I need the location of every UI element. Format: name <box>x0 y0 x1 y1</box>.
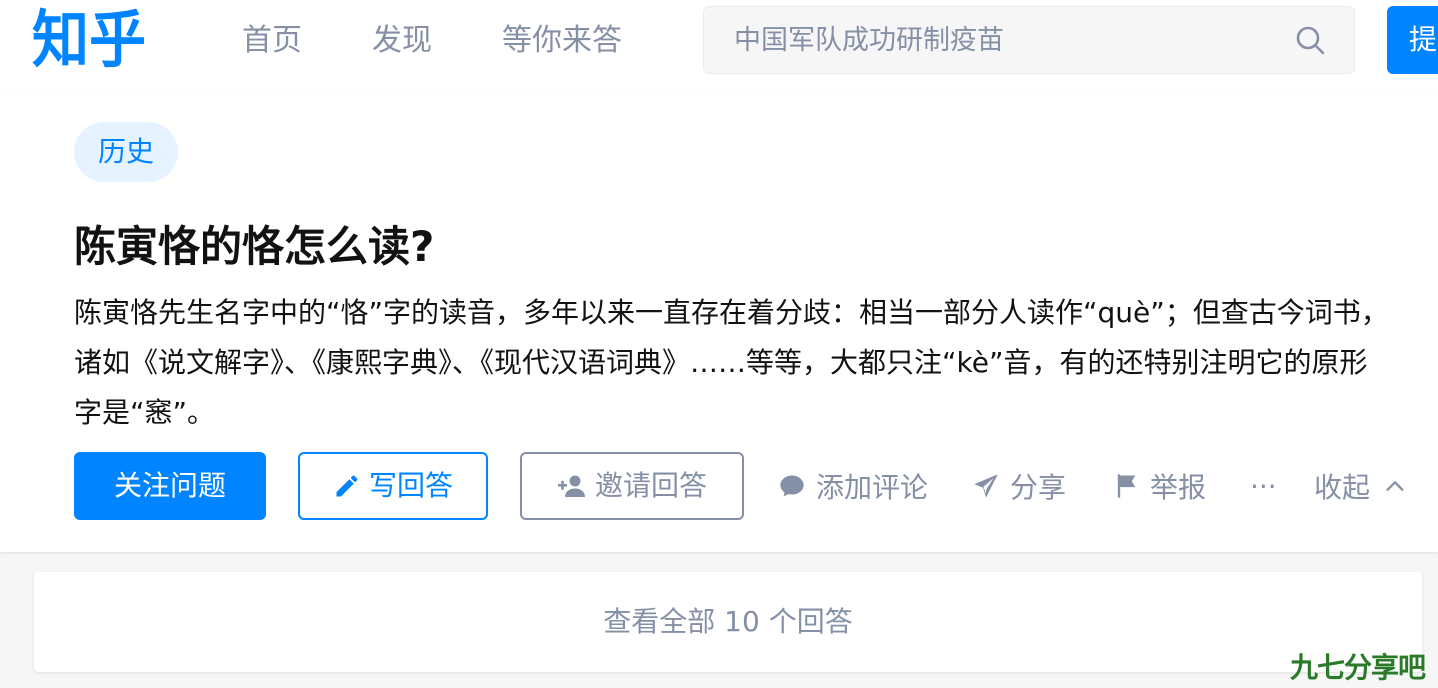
invite-answer-button[interactable]: 邀请回答 <box>520 452 744 520</box>
nav-item-waiting-answers[interactable]: 等你来答 <box>502 20 622 62</box>
question-title: 陈寅恪的恪怎么读? <box>74 222 435 271</box>
paper-plane-icon <box>974 474 998 498</box>
collapse-label: 收起 <box>1314 471 1371 504</box>
search-box <box>703 6 1355 74</box>
add-user-icon <box>557 475 585 497</box>
report-button[interactable]: 举报 <box>1112 452 1206 520</box>
watermark: 九七分享吧 <box>1290 651 1426 684</box>
chevron-up-icon <box>1386 481 1404 491</box>
top-header: 知乎 首页 发现 等你来答 提问 <box>0 0 1438 92</box>
add-comment-button[interactable]: 添加评论 <box>778 452 928 520</box>
nav-item-home[interactable]: 首页 <box>242 20 302 62</box>
search-icon[interactable] <box>1294 24 1326 56</box>
more-options-button[interactable]: ··· <box>1250 452 1277 520</box>
main-nav: 首页 发现 等你来答 <box>242 20 692 62</box>
collapse-button[interactable]: 收起 <box>1314 452 1406 520</box>
write-answer-label: 写回答 <box>368 469 453 502</box>
report-label: 举报 <box>1150 471 1207 504</box>
pencil-icon <box>336 475 358 497</box>
nav-item-explore[interactable]: 发现 <box>372 20 432 62</box>
add-comment-label: 添加评论 <box>816 471 929 504</box>
share-button[interactable]: 分享 <box>972 452 1066 520</box>
share-label: 分享 <box>1010 471 1067 504</box>
zhihu-logo[interactable]: 知乎 <box>32 2 146 78</box>
question-description: 陈寅恪先生名字中的“恪”字的读音，多年以来一直存在着分歧：相当一部分人读作“qu… <box>74 296 1389 429</box>
search-input[interactable] <box>734 7 1274 73</box>
view-all-answers-button[interactable]: 查看全部 10 个回答 <box>34 572 1422 672</box>
question-actions: 关注问题 写回答 邀请回答 添加评论 分享 举报 ··· 收起 <box>74 452 1424 520</box>
ask-question-button[interactable]: 提问 <box>1387 6 1438 74</box>
flag-icon <box>1117 474 1136 498</box>
write-answer-button[interactable]: 写回答 <box>298 452 488 520</box>
follow-question-button[interactable]: 关注问题 <box>74 452 266 520</box>
invite-answer-label: 邀请回答 <box>594 469 707 502</box>
topic-tag[interactable]: 历史 <box>74 122 179 182</box>
question-card: 历史 陈寅恪的恪怎么读? 陈寅恪先生名字中的“恪”字的读音，多年以来一直存在着分… <box>0 92 1438 552</box>
comment-icon <box>780 475 804 497</box>
